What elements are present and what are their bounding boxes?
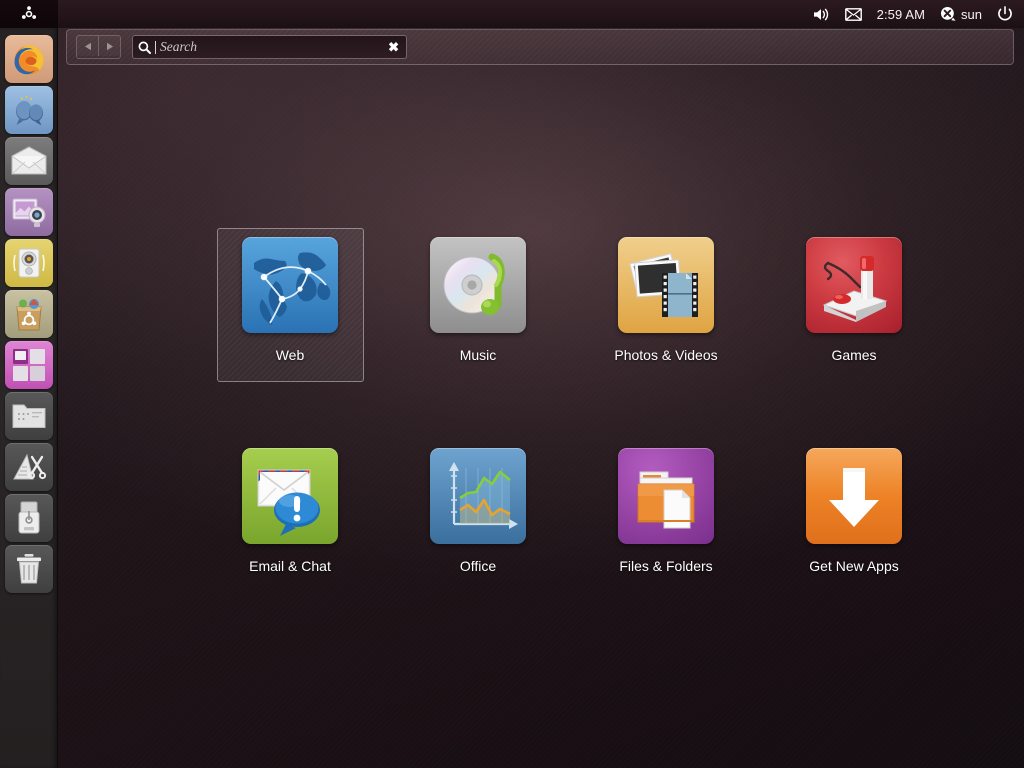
dash-search-bar: Search ✖ [66,29,1014,65]
mail-envelope-icon [11,146,47,175]
tile-games[interactable]: Games [781,228,928,382]
magnifier-icon [138,41,151,54]
text-caret [155,40,156,54]
usb-drive-icon [18,501,40,534]
launcher-item-files[interactable] [5,392,53,440]
clock-text: 2:59 AM [876,6,926,22]
tile-label: Get New Apps [809,558,899,574]
tile-label: Email & Chat [249,558,331,574]
tile-label: Games [831,347,877,363]
chevron-right-icon [106,42,113,50]
tile-label: Office [459,558,497,574]
tile-label: Files & Folders [619,558,713,574]
tile-files-folders[interactable]: Files & Folders [593,439,740,593]
chat-balloons-icon [16,95,43,126]
session-user-label: sun [961,6,982,22]
tile-label: Web [275,347,305,363]
line-chart-icon [430,448,526,544]
shopping-bag-icon [16,299,42,331]
tile-label: Music [459,347,497,363]
tile-get-new-apps[interactable]: Get New Apps [781,439,928,593]
clock-indicator[interactable]: 2:59 AM [875,0,927,28]
photo-webcam-icon [12,198,46,227]
launcher-item-thunderbird[interactable] [5,137,53,185]
workspace-switcher-icon [13,349,45,381]
session-indicator[interactable]: sun [938,0,984,28]
globe-network-icon [242,237,338,333]
forward-button[interactable] [98,36,120,56]
joystick-icon [806,237,902,333]
messaging-indicator[interactable] [843,0,864,28]
launcher-item-usb-device[interactable] [5,494,53,542]
photos-film-icon [618,237,714,333]
launcher [0,28,58,768]
back-button[interactable] [77,36,98,56]
ruler-scissors-icon [13,453,47,480]
envelope-bubble-icon [242,448,338,544]
speaker-icon [813,8,828,20]
launcher-item-shotwell[interactable] [5,188,53,236]
tile-web[interactable]: Web [216,228,364,382]
user-avatar-icon [941,7,956,21]
top-panel: 2:59 AM sun [0,0,1024,28]
tile-music[interactable]: Music [405,228,552,382]
panel-indicators: 2:59 AM sun [811,0,1024,28]
cd-music-note-icon [430,237,526,333]
tile-office[interactable]: Office [405,439,552,593]
search-input[interactable]: Search ✖ [132,35,407,59]
firefox-icon [14,45,44,75]
tile-photos-videos[interactable]: Photos & Videos [593,228,740,382]
search-placeholder: Search [160,39,197,54]
tile-label: Photos & Videos [614,347,718,363]
chevron-left-icon [84,42,91,50]
download-arrow-icon [806,448,902,544]
launcher-item-design[interactable] [5,443,53,491]
folder-icon [12,404,46,428]
tile-email-chat[interactable]: Email & Chat [217,439,364,593]
power-icon[interactable] [995,0,1015,28]
launcher-item-empathy[interactable] [5,86,53,134]
ubuntu-logo-icon[interactable] [0,0,58,28]
folder-document-icon [618,448,714,544]
ubuntu-unity-desktop: 2:59 AM sun Search ✖ Web Music Photos & … [0,0,1024,768]
launcher-item-firefox[interactable] [5,35,53,83]
clear-search-button[interactable]: ✖ [388,41,399,54]
launcher-item-rhythmbox[interactable] [5,239,53,287]
launcher-item-software-center[interactable] [5,290,53,338]
volume-indicator[interactable] [811,0,832,28]
envelope-icon [844,7,862,21]
dash-navigation-buttons [76,35,121,59]
launcher-item-trash[interactable] [5,545,53,593]
trash-icon [17,554,41,584]
launcher-item-workspaces[interactable] [5,341,53,389]
music-speaker-icon [13,248,45,278]
dash-category-grid: Web Music Photos & Videos Games Email & … [196,228,1012,593]
